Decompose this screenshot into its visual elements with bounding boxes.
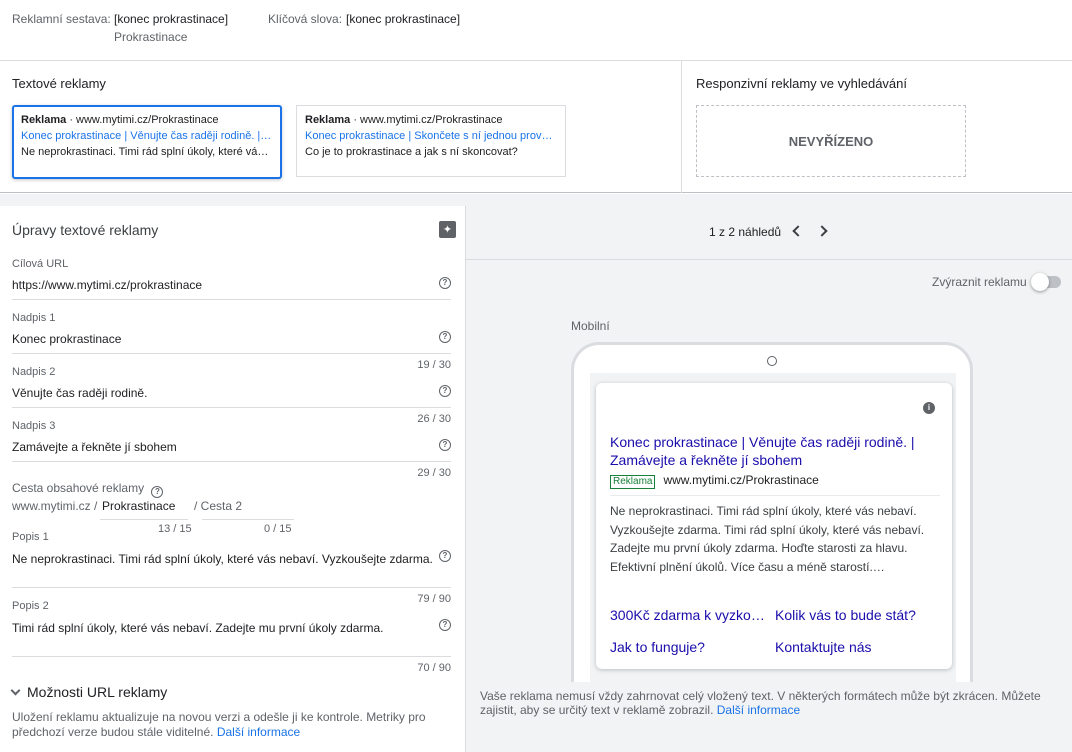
display-path-label: Cesta obsahové reklamy ?	[12, 481, 451, 498]
highlight-ad-label: Zvýraznit reklamu	[932, 275, 1027, 289]
path-1-input[interactable]: Prokrastinace	[102, 499, 175, 513]
help-icon[interactable]: ?	[439, 550, 451, 562]
description-1-label: Popis 1	[12, 531, 49, 543]
ad-badge: Reklama	[610, 475, 656, 489]
text-ad-card-1[interactable]: Reklama · www.mytimi.cz/Prokrastinace Ko…	[12, 105, 282, 179]
url-options-label: Možnosti URL reklamy	[27, 684, 168, 700]
info-icon[interactable]: i	[923, 402, 935, 414]
section-gap	[0, 194, 1072, 206]
final-url-label: Cílová URL	[12, 258, 69, 270]
chevron-down-icon	[10, 685, 21, 696]
keywords-value[interactable]: [konec prokrastinace]	[346, 12, 460, 26]
text-ad-editor: Úpravy textové reklamy ✦ Cílová URL http…	[0, 206, 466, 752]
description-2-input[interactable]: Timi rád splní úkoly, které vás nebaví. …	[12, 621, 383, 635]
field-underline	[12, 587, 451, 588]
responsive-ads-title: Responzivní reklamy ve vyhledávání	[696, 76, 907, 91]
ad-card-description: Ne neprokrastinaci. Timi rád splní úkoly…	[21, 146, 273, 158]
ad-card-headline: Konec prokrastinace | Věnujte čas raději…	[21, 130, 273, 142]
url-options-toggle[interactable]: Možnosti URL reklamy	[10, 684, 168, 700]
ad-preview-card: i Konec prokrastinace | Věnujte čas radě…	[596, 383, 952, 669]
help-icon[interactable]: ?	[439, 331, 451, 343]
help-icon[interactable]: ?	[439, 439, 451, 451]
field-underline	[12, 353, 451, 354]
ai-suggest-icon[interactable]: ✦	[439, 221, 456, 238]
ad-group-value[interactable]: [konec prokrastinace]	[114, 12, 228, 26]
field-underline	[12, 299, 451, 300]
preview-pager: 1 z 2 náhledů	[466, 206, 1072, 260]
ad-card-headline: Konec prokrastinace | Skončete s ní jedn…	[305, 130, 557, 142]
description-2-field[interactable]: Popis 2 Timi rád splní úkoly, které vás …	[12, 600, 451, 674]
path-2-underline	[202, 519, 294, 520]
headline-3-input[interactable]: Zamávejte a řekněte jí sbohem	[12, 440, 177, 454]
ads-overview: Textové reklamy Reklama · www.mytimi.cz/…	[0, 61, 1072, 193]
preview-url-row: Reklama www.mytimi.cz/Prokrastinace	[610, 473, 819, 489]
help-icon[interactable]: ?	[151, 486, 164, 498]
save-footnote: Uložení reklamu aktualizuje na novou ver…	[12, 710, 426, 739]
text-ads-title: Textové reklamy	[12, 76, 106, 91]
description-1-field[interactable]: Popis 1 Ne neprokrastinaci. Timi rád spl…	[12, 531, 451, 605]
display-domain: www.mytimi.cz /	[12, 499, 98, 513]
pending-status: NEVYŘÍZENO	[788, 133, 874, 149]
preview-disclaimer: Vaše reklama nemusí vždy zahrnovat celý …	[480, 689, 1041, 717]
text-ad-card-2[interactable]: Reklama · www.mytimi.cz/Prokrastinace Ko…	[296, 105, 566, 177]
device-label: Mobilní	[571, 319, 610, 333]
camera-icon	[767, 356, 777, 366]
headline-3-counter: 29 / 30	[417, 467, 451, 479]
ad-group-label: Reklamní sestava:	[12, 12, 111, 26]
chevron-left-icon[interactable]	[792, 225, 804, 237]
ad-context-bar: Reklamní sestava: [konec prokrastinace] …	[0, 0, 1072, 61]
section-divider	[681, 61, 682, 193]
headline-3-field[interactable]: Nadpis 3 Zamávejte a řekněte jí sbohem ?…	[12, 420, 451, 484]
headline-1-input[interactable]: Konec prokrastinace	[12, 332, 121, 346]
field-underline	[12, 461, 451, 462]
sitelink-1[interactable]: 300Kč zdarma k vyzkoušení	[610, 607, 770, 623]
headline-2-label: Nadpis 2	[12, 366, 56, 378]
description-1-input[interactable]: Ne neprokrastinaci. Timi rád splní úkoly…	[12, 552, 433, 566]
path-1-underline	[100, 519, 188, 520]
ad-preview-panel: 1 z 2 náhledů Zvýraznit reklamu Mobilní …	[466, 206, 1072, 752]
path-2-input[interactable]: / Cesta 2	[194, 499, 242, 513]
mobile-screen: i Konec prokrastinace | Věnujte čas radě…	[590, 373, 956, 682]
preview-headline[interactable]: Konec prokrastinace | Věnujte čas raději…	[610, 433, 940, 469]
field-underline	[12, 407, 451, 408]
campaign-name: Prokrastinace	[114, 30, 188, 44]
sitelink-3[interactable]: Jak to funguje?	[610, 639, 770, 655]
headline-2-input[interactable]: Věnujte čas raději rodině.	[12, 386, 147, 400]
editor-title: Úpravy textové reklamy	[12, 222, 159, 238]
help-icon[interactable]: ?	[439, 277, 451, 289]
preview-divider	[610, 495, 940, 496]
highlight-ad-toggle[interactable]	[1031, 272, 1063, 292]
description-2-counter: 70 / 90	[417, 662, 451, 674]
preview-count: 1 z 2 náhledů	[709, 225, 782, 239]
chevron-right-icon[interactable]	[816, 225, 828, 237]
ad-card-description: Co je to prokrastinace a jak s ní skonco…	[305, 146, 518, 158]
learn-more-link[interactable]: Další informace	[217, 725, 300, 739]
learn-more-link[interactable]: Další informace	[717, 703, 800, 717]
headline-3-label: Nadpis 3	[12, 420, 56, 432]
preview-description: Ne neprokrastinaci. Timi rád splní úkoly…	[610, 504, 925, 574]
field-underline	[12, 656, 451, 657]
headline-1-label: Nadpis 1	[12, 312, 56, 324]
responsive-ad-pending-card[interactable]: NEVYŘÍZENO	[696, 105, 966, 177]
help-icon[interactable]: ?	[439, 385, 451, 397]
toggle-knob	[1031, 273, 1049, 291]
sitelink-2[interactable]: Kolik vás to bude stát?	[775, 607, 945, 623]
sitelink-4[interactable]: Kontaktujte nás	[775, 639, 945, 655]
final-url-input[interactable]: https://www.mytimi.cz/prokrastinace	[12, 278, 202, 292]
description-2-label: Popis 2	[12, 600, 49, 612]
preview-display-url: www.mytimi.cz/Prokrastinace	[663, 473, 819, 487]
final-url-field[interactable]: Cílová URL https://www.mytimi.cz/prokras…	[12, 258, 451, 300]
keywords-label: Klíčová slova:	[268, 12, 343, 26]
help-icon[interactable]: ?	[439, 619, 451, 631]
ad-card-display-line: Reklama · www.mytimi.cz/Prokrastinace	[305, 114, 503, 126]
ad-card-display-line: Reklama · www.mytimi.cz/Prokrastinace	[21, 114, 219, 126]
mobile-frame: i Konec prokrastinace | Věnujte čas radě…	[571, 342, 973, 682]
